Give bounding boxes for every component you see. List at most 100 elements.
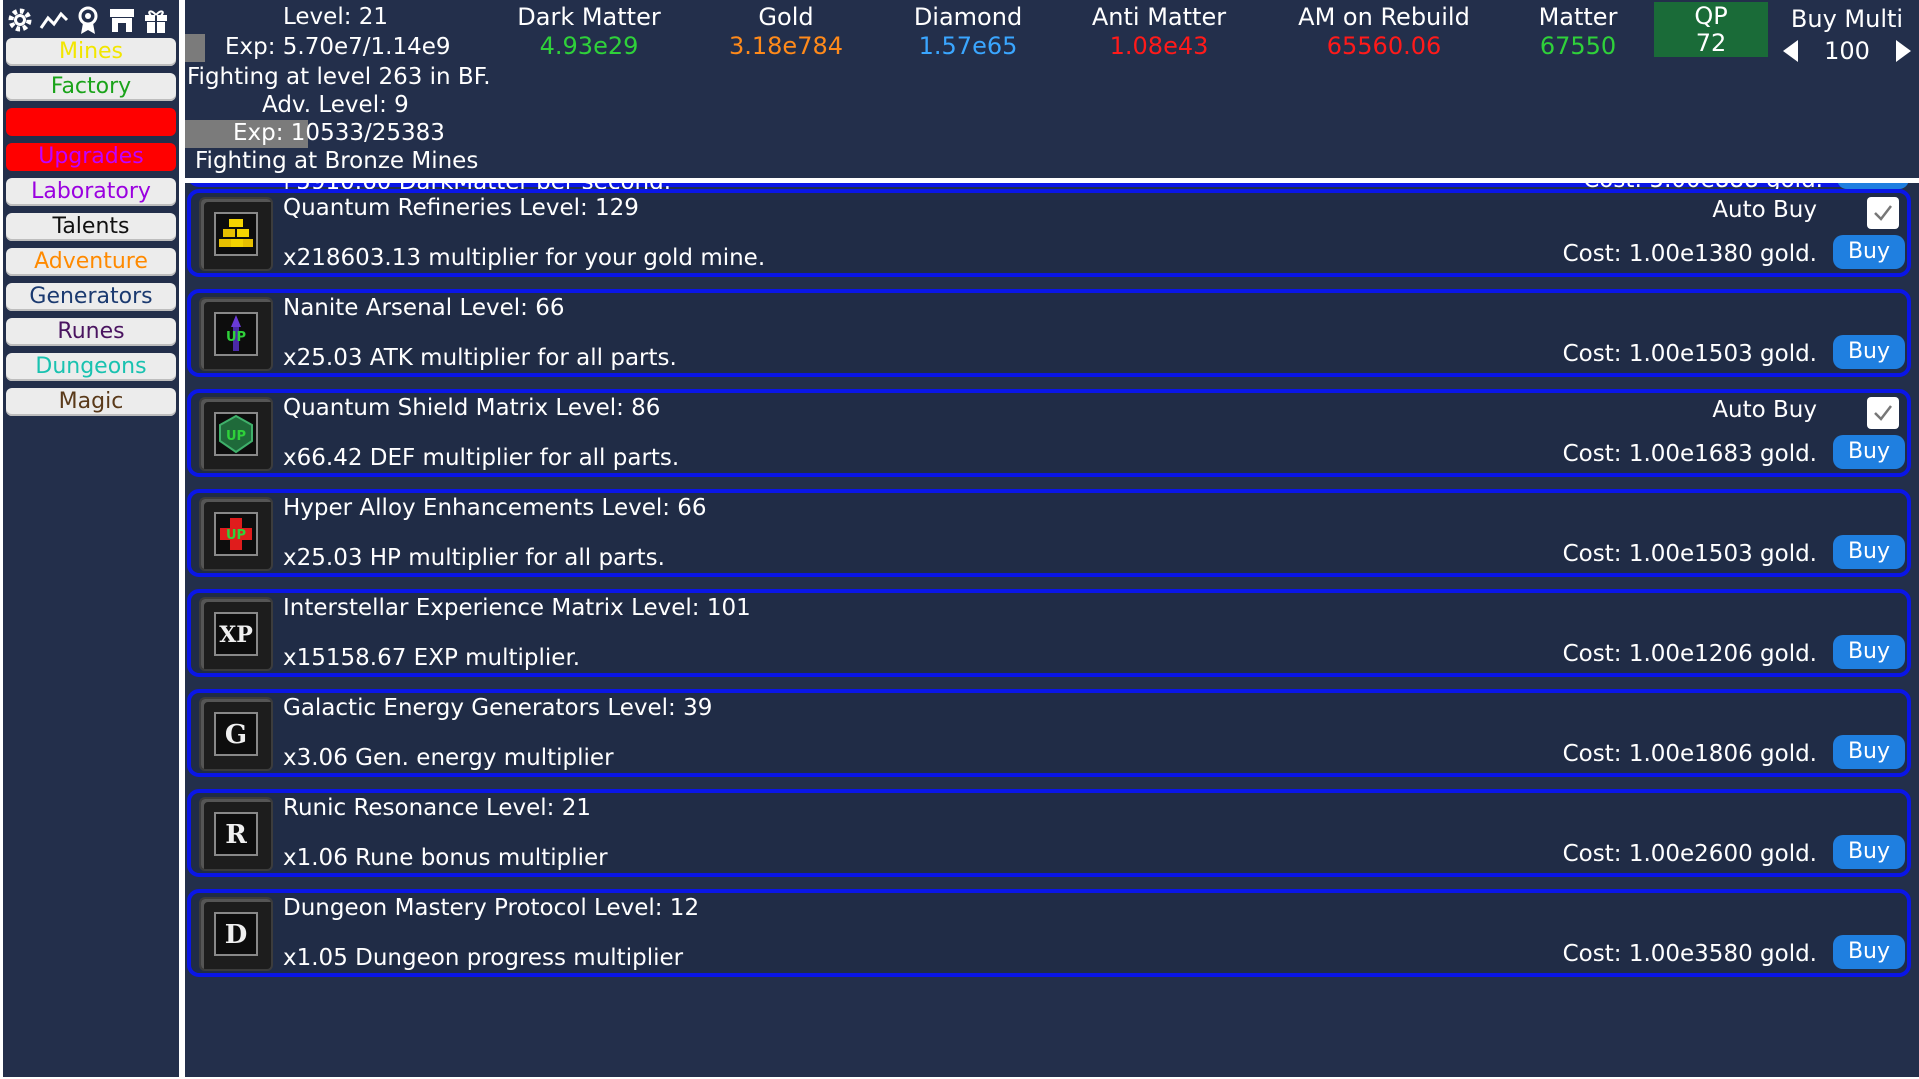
- upgrade-cost: Cost: 1.00e2600 gold.: [1562, 841, 1817, 867]
- resource-label: AM on Rebuild: [1298, 3, 1470, 31]
- upgrades-list[interactable]: +5910.60 DarkMatter per second. Cost: 5.…: [185, 183, 1919, 1077]
- nav-label: Factory: [50, 74, 132, 99]
- resource-am-on-rebuild: AM on Rebuild 65560.06: [1284, 0, 1484, 60]
- svg-text:UP: UP: [226, 528, 246, 543]
- upgrade-title: Dungeon Mastery Protocol Level: 12: [283, 895, 700, 921]
- nav-label: Mines: [58, 39, 124, 64]
- svg-text:R: R: [225, 820, 247, 850]
- upgrade-desc: x1.05 Dungeon progress multiplier: [283, 945, 684, 971]
- nav-dungeons[interactable]: Dungeons: [6, 353, 176, 381]
- buy-button[interactable]: Buy: [1833, 935, 1905, 969]
- checkmark-icon: [1874, 205, 1892, 221]
- upgrade-desc: x66.42 DEF multiplier for all parts.: [283, 445, 680, 471]
- resource-value: 65560.06: [1326, 32, 1442, 60]
- upgrade-cost: Cost: 1.00e3580 gold.: [1562, 941, 1817, 967]
- svg-text:UP: UP: [226, 429, 246, 444]
- resource-diamond: Diamond 1.57e65: [868, 0, 1068, 60]
- checkmark-icon: [1874, 405, 1892, 421]
- buy-button[interactable]: Buy: [1833, 635, 1905, 669]
- exp-text: Exp: 5.70e7/1.14e9: [225, 34, 451, 60]
- stats-chart-icon[interactable]: [39, 5, 69, 35]
- shield-up-icon: UP: [199, 397, 273, 471]
- upgrade-title: Runic Resonance Level: 21: [283, 795, 591, 821]
- nav-mines[interactable]: Mines: [6, 38, 176, 66]
- sidebar: Mines Factory Upgrades Laboratory Talent…: [3, 0, 179, 1077]
- nav-upgrades[interactable]: Upgrades: [6, 143, 176, 171]
- resource-label: Matter: [1538, 3, 1618, 31]
- arrow-left-icon[interactable]: [1783, 40, 1798, 62]
- nav-blank[interactable]: [6, 108, 176, 136]
- buy-multi-label: Buy Multi: [1790, 5, 1904, 33]
- nav-magic[interactable]: Magic: [6, 388, 176, 416]
- nav-runes[interactable]: Runes: [6, 318, 176, 346]
- nav-laboratory[interactable]: Laboratory: [6, 178, 176, 206]
- gold-bars-icon: [199, 197, 273, 271]
- adv-exp-text: Exp: 10533/25383: [233, 120, 445, 146]
- resource-matter: Matter 67550: [1478, 0, 1678, 60]
- upgrade-title: Hyper Alloy Enhancements Level: 66: [283, 495, 707, 521]
- upgrade-card: UP Nanite Arsenal Level: 66 x25.03 ATK m…: [187, 289, 1911, 377]
- nav-label: Talents: [52, 214, 130, 239]
- upgrade-title: Quantum Shield Matrix Level: 86: [283, 395, 661, 421]
- buy-button[interactable]: Buy: [1833, 235, 1905, 269]
- resource-value: 3.18e784: [728, 32, 843, 60]
- sword-up-icon: UP: [199, 297, 273, 371]
- upgrade-cost: Cost: 1.00e1206 gold.: [1562, 641, 1817, 667]
- upgrade-cost: Cost: 1.00e1380 gold.: [1562, 241, 1817, 267]
- gear-icon[interactable]: [5, 5, 35, 35]
- toolbar-icons: [5, 3, 181, 37]
- arrow-right-icon[interactable]: [1896, 40, 1911, 62]
- auto-buy-checkbox[interactable]: [1867, 397, 1899, 429]
- qp-label: QP: [1694, 2, 1728, 30]
- upgrade-title: Nanite Arsenal Level: 66: [283, 295, 565, 321]
- buy-multi: Buy Multi 100: [1777, 2, 1917, 66]
- upgrade-cost: Cost: 1.00e1503 gold.: [1562, 541, 1817, 567]
- resource-value: 4.93e29: [539, 32, 639, 60]
- svg-text:UP: UP: [226, 330, 246, 345]
- nav-label: Dungeons: [35, 354, 147, 379]
- qp-box: QP 72: [1654, 2, 1768, 57]
- achievement-ribbon-icon[interactable]: [73, 5, 103, 35]
- resource-value: 67550: [1539, 32, 1617, 60]
- upgrade-cost: Cost: 1.00e1503 gold.: [1562, 341, 1817, 367]
- qp-value: 72: [1695, 29, 1727, 57]
- auto-buy-label: Auto Buy: [1712, 197, 1817, 223]
- buy-button[interactable]: Buy: [1833, 835, 1905, 869]
- nav-adventure[interactable]: Adventure: [6, 248, 176, 276]
- letter-d-icon: D: [199, 897, 273, 971]
- nav-label: Laboratory: [31, 179, 151, 204]
- header: Level: 21 Exp: 5.70e7/1.14e9 Fighting at…: [185, 0, 1919, 178]
- upgrade-cost: Cost: 1.00e1683 gold.: [1562, 441, 1817, 467]
- nav-label: Magic: [58, 389, 124, 414]
- buy-button[interactable]: Buy: [1833, 435, 1905, 469]
- upgrade-title: Quantum Refineries Level: 129: [283, 195, 639, 221]
- upgrade-desc: x1.06 Rune bonus multiplier: [283, 845, 608, 871]
- buy-button[interactable]: Buy: [1833, 735, 1905, 769]
- gift-icon[interactable]: [141, 5, 171, 35]
- buy-button[interactable]: Buy: [1833, 535, 1905, 569]
- auto-buy-checkbox[interactable]: [1867, 197, 1899, 229]
- nav-factory[interactable]: Factory: [6, 73, 176, 101]
- shop-icon[interactable]: [107, 5, 137, 35]
- auto-buy-label: Auto Buy: [1712, 397, 1817, 423]
- upgrade-title: Galactic Energy Generators Level: 39: [283, 695, 713, 721]
- adv-level-text: Adv. Level: 9: [262, 92, 409, 118]
- upgrade-title: Interstellar Experience Matrix Level: 10…: [283, 595, 751, 621]
- svg-text:XP: XP: [219, 622, 253, 648]
- nav-label: Runes: [57, 319, 125, 344]
- nav-label: Generators: [29, 284, 153, 309]
- upgrade-desc: x25.03 HP multiplier for all parts.: [283, 545, 665, 571]
- buy-multi-value: 100: [1824, 37, 1870, 65]
- resource-gold: Gold 3.18e784: [686, 0, 886, 60]
- level-text: Level: 21: [283, 4, 389, 30]
- xp-icon: XP: [199, 597, 273, 671]
- nav-generators[interactable]: Generators: [6, 283, 176, 311]
- resource-value: 1.08e43: [1109, 32, 1209, 60]
- nav-talents[interactable]: Talents: [6, 213, 176, 241]
- buy-button[interactable]: Buy: [1833, 335, 1905, 369]
- health-up-icon: UP: [199, 497, 273, 571]
- upgrade-card: G Galactic Energy Generators Level: 39 x…: [187, 689, 1911, 777]
- fighting-mines-text: Fighting at Bronze Mines: [195, 148, 479, 174]
- upgrade-desc: x25.03 ATK multiplier for all parts.: [283, 345, 677, 371]
- upgrade-card: XP Interstellar Experience Matrix Level:…: [187, 589, 1911, 677]
